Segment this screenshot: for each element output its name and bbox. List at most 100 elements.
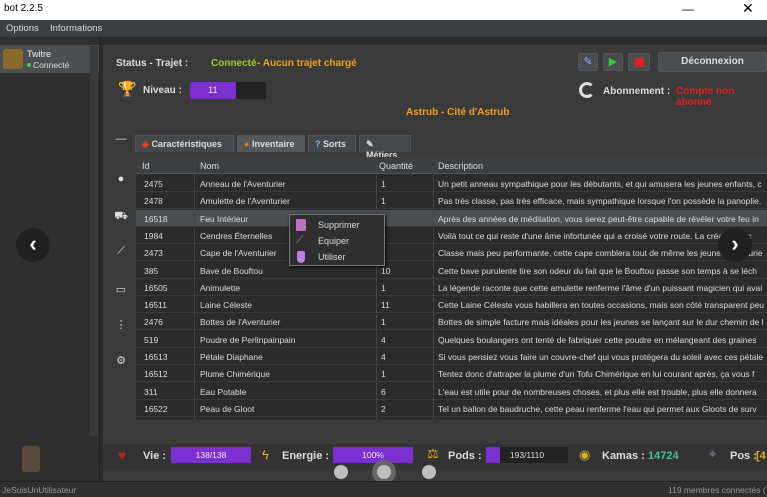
table-cell-desc: Tentez donc d'attraper la plume d'un Tof… <box>438 369 755 380</box>
stop-button[interactable] <box>628 53 650 71</box>
carousel-dot[interactable] <box>422 465 436 479</box>
account-sidebar <box>0 37 100 480</box>
table-cell-name: Cape de l'Aventurier <box>200 248 277 259</box>
table-cell-desc: Voilà tout ce qui reste d'une âme infort… <box>438 230 752 241</box>
table-row[interactable]: 16505 Animulette 1 La légende raconte que c… <box>136 279 767 296</box>
path-icon[interactable]: ⟋ <box>113 245 129 267</box>
disconnect-button[interactable]: Déconnexion <box>658 52 767 72</box>
user-avatar[interactable] <box>22 446 40 472</box>
window-titlebar: bot 2.2.5 — ✕ <box>0 0 767 20</box>
context-item-utiliser[interactable]: Utiliser <box>290 249 386 265</box>
vie-bar: 138/138 <box>171 447 251 463</box>
table-cell-name: Pétale Diaphane <box>200 352 263 362</box>
stop-icon <box>635 58 644 67</box>
inventory-table: Id Nom Quantité Description 2475 Anneau d… <box>136 157 767 420</box>
context-item-supprimer[interactable]: Supprimer <box>290 217 386 233</box>
account-name: Twitre <box>27 49 52 59</box>
energie-label: Energie : <box>282 450 330 462</box>
pods-bar: 193/1110 <box>486 447 568 463</box>
level-bar-fill: 11 <box>190 82 236 99</box>
route-editor-button[interactable]: ✎ <box>578 53 598 71</box>
table-row[interactable]: 16522 Peau de Gloot 2 Tel un ballon de baud… <box>136 400 767 417</box>
tab-metiers[interactable]: ✎ Métiers <box>359 135 411 160</box>
table-cell-name: Bave de Bouftou <box>200 265 263 276</box>
window-title: bot 2.2.5 <box>4 3 43 14</box>
column-header-quantite[interactable]: Quantité <box>379 161 413 171</box>
table-cell-qty: 1 <box>381 369 386 380</box>
table-row[interactable]: 2476 Bottes de l'Aventurier 1 Bottes de sim… <box>136 313 767 331</box>
shop-icon[interactable]: ⛟ <box>113 210 129 232</box>
table-cell-desc: Cette bave purulente tire son odeur du f… <box>438 265 757 276</box>
account-item[interactable]: Twitre Connecté <box>0 45 99 73</box>
energy-icon: ϟ <box>262 447 269 462</box>
trophy-icon: 🏆 <box>118 81 137 98</box>
subscription-value: Compte non abonné <box>676 86 735 108</box>
subscription-icon <box>579 82 595 98</box>
table-cell-id: 2473 <box>144 248 163 259</box>
sword-icon: ⟋ <box>296 234 304 246</box>
table-cell-name: Bottes de l'Aventurier <box>200 317 281 328</box>
table-cell-qty: 1 <box>381 196 386 207</box>
tab-sorts[interactable]: ? Sorts <box>308 135 356 152</box>
table-cell-id: 16511 <box>144 300 168 311</box>
column-header-description[interactable]: Description <box>438 161 483 171</box>
table-row[interactable]: 1984Cendres Éternelles9Voilà tout ce qui… <box>136 227 767 244</box>
table-row[interactable]: 2475 Anneau de l'Aventurier 1 Un petit anne… <box>136 175 767 192</box>
table-cell-name: Amulette de l'Aventurier <box>200 196 290 207</box>
table-cell-qty: 11 <box>381 300 390 311</box>
carousel-prev-button[interactable]: ‹ <box>16 228 50 262</box>
tab-inventaire[interactable]: ● Inventaire <box>237 135 305 152</box>
table-cell-name: Laine Céleste <box>200 300 252 311</box>
status-user: JeSuisUnUtilisateur <box>2 485 77 495</box>
table-cell-id: 16518 <box>144 213 168 224</box>
kamas-icon: ◉ <box>579 447 591 462</box>
subscription-label: Abonnement : <box>603 86 671 97</box>
scale-icon: ⚖ <box>427 446 439 461</box>
table-cell-desc: L'eau est utile pour de nombreuses chose… <box>438 386 757 397</box>
minimize-button[interactable]: — <box>682 2 694 16</box>
tab-label: Sorts <box>323 139 347 149</box>
table-cell-desc: Un petit anneau sympathique pour les déb… <box>438 179 762 189</box>
position-icon: ⌖ <box>709 446 717 461</box>
context-item-label: Equiper <box>318 236 350 246</box>
sidebar-scrollbar[interactable] <box>90 46 98 436</box>
gear-icon[interactable]: ⚙ <box>113 354 129 376</box>
collapse-icon[interactable]: — <box>113 133 129 155</box>
table-row[interactable]: 16513 Pétale Diaphane 4 Si vous pensiez vou… <box>136 348 767 365</box>
table-cell-id: 2478 <box>144 196 163 207</box>
table-cell-desc: La légende raconte que cette amulette re… <box>438 282 763 293</box>
table-row[interactable]: 311 Eau Potable 6 L'eau est utile pour de n… <box>136 383 767 400</box>
column-separator <box>194 157 195 420</box>
play-button[interactable]: ▶ <box>603 53 623 71</box>
table-row[interactable]: 519 Poudre de Perlinpainpain 4 Quelques bou… <box>136 331 767 348</box>
carousel-dot[interactable] <box>334 465 348 479</box>
carousel-next-button[interactable]: › <box>718 228 752 262</box>
table-row[interactable]: 16511 Laine Céleste 11 Cette Laine Céleste … <box>136 296 767 314</box>
shield-icon: ◆ <box>142 139 149 149</box>
tab-caracteristiques[interactable]: ◆ Caractéristiques <box>135 135 234 152</box>
location-label: Astrub - Cité d'Astrub <box>406 107 510 118</box>
close-button[interactable]: ✕ <box>742 0 754 17</box>
level-label: Niveau : <box>143 85 182 96</box>
table-row[interactable]: 2478 Amulette de l'Aventurier 1 Pas très cl… <box>136 192 767 210</box>
table-cell-desc: Bottes de simple facture mais idéales po… <box>438 317 764 328</box>
table-row[interactable]: 16512 Plume Chimérique 1 Tentez donc d'attr… <box>136 365 767 383</box>
energie-bar: 100% <box>333 447 413 463</box>
table-row[interactable]: 2473 Cape de l'Aventurier Classe mais peu … <box>136 244 767 262</box>
chat-icon[interactable]: ▭ <box>113 283 129 305</box>
table-cell-id: 2476 <box>144 317 163 328</box>
account-status: Connecté <box>33 60 70 70</box>
table-row[interactable]: 385 Bave de Bouftou 10 Cette bave purulente… <box>136 262 767 279</box>
map-icon[interactable]: ⋮ <box>113 318 129 340</box>
menu-options[interactable]: Options <box>6 23 39 34</box>
context-item-equiper[interactable]: ⟋ Equiper <box>290 233 386 249</box>
column-header-id[interactable]: Id <box>142 161 150 171</box>
table-cell-qty: 6 <box>381 386 386 397</box>
table-cell-id: 519 <box>144 334 159 345</box>
pods-value: 193/1110 <box>509 450 545 460</box>
table-row[interactable]: 16518 Feu Intérieur Après des années de mé… <box>136 209 767 227</box>
table-cell-id: 16522 <box>144 403 168 414</box>
column-header-nom[interactable]: Nom <box>200 161 219 171</box>
menu-informations[interactable]: Informations <box>50 23 102 34</box>
character-tool-icon[interactable]: ● <box>113 173 129 195</box>
